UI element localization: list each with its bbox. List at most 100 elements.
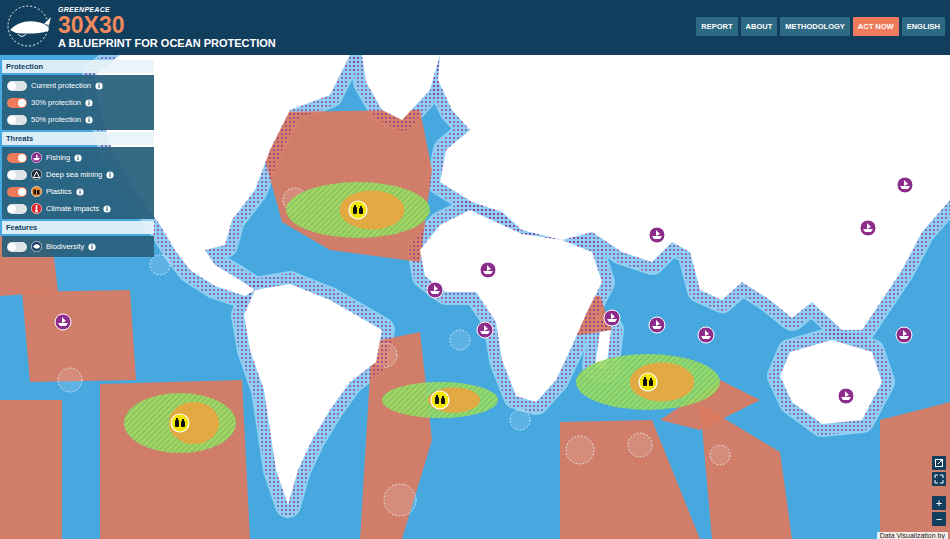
map-controls: +− bbox=[932, 456, 946, 526]
shelf bbox=[244, 284, 382, 505]
layer-toggle[interactable] bbox=[7, 204, 27, 214]
nav-button[interactable]: METHODOLOGY bbox=[780, 17, 850, 36]
section-title: Features bbox=[2, 221, 154, 234]
nav-button[interactable]: ENGLISH bbox=[902, 17, 945, 36]
layer-toggle[interactable] bbox=[7, 115, 27, 125]
garbage-patch[interactable] bbox=[124, 393, 236, 453]
plastics-icon[interactable] bbox=[639, 373, 657, 391]
layer-label: Deep sea mining bbox=[46, 170, 102, 179]
whale-icon bbox=[4, 3, 54, 49]
mining-icon bbox=[31, 169, 42, 180]
fishing-boat-icon[interactable] bbox=[604, 310, 620, 326]
shelf bbox=[780, 340, 882, 424]
info-icon[interactable] bbox=[74, 154, 82, 162]
fishing-boat-icon[interactable] bbox=[649, 317, 665, 333]
seamount-area bbox=[58, 368, 82, 392]
layer-row[interactable]: Biodiversity bbox=[2, 238, 154, 255]
garbage-patch[interactable] bbox=[382, 382, 498, 418]
fishing-boat-icon[interactable] bbox=[897, 177, 913, 193]
layer-group: Current protection 30% protection50% prot… bbox=[2, 75, 154, 130]
layer-toggle[interactable] bbox=[7, 98, 27, 108]
layer-label: Current protection bbox=[31, 81, 91, 90]
section-title: Protection bbox=[2, 60, 154, 73]
garbage-patch-core bbox=[340, 190, 405, 229]
share-icon[interactable] bbox=[932, 456, 946, 470]
layer-row[interactable]: Climate impacts bbox=[2, 200, 154, 217]
protected-area[interactable] bbox=[880, 402, 950, 539]
layer-toggle[interactable] bbox=[7, 187, 27, 197]
toggle-knob bbox=[8, 171, 16, 179]
seamount-area bbox=[566, 436, 594, 464]
fishing-boat-icon[interactable] bbox=[838, 388, 854, 404]
layer-row[interactable]: 30% protection bbox=[2, 94, 154, 111]
garbage-patch-core bbox=[169, 402, 219, 444]
fishing-layer bbox=[95, 55, 950, 505]
seamount-area bbox=[628, 433, 652, 457]
fishing-boat-icon[interactable] bbox=[698, 327, 714, 343]
logo[interactable]: GREENPEACE30X30A BLUEPRINT FOR OCEAN PRO… bbox=[4, 3, 276, 53]
layer-group: Fishing Deep sea mining Plastics Climate im… bbox=[2, 147, 154, 219]
info-icon[interactable] bbox=[85, 116, 93, 124]
info-icon[interactable] bbox=[85, 99, 93, 107]
layer-row[interactable]: Plastics bbox=[2, 183, 154, 200]
protected-area[interactable] bbox=[22, 290, 136, 382]
garbage-patch[interactable] bbox=[576, 354, 720, 410]
zoom-in-button[interactable]: + bbox=[932, 496, 946, 510]
fullscreen-icon[interactable] bbox=[932, 472, 946, 486]
toggle-knob bbox=[8, 116, 16, 124]
layer-row[interactable]: Current protection bbox=[2, 77, 154, 94]
fishing-zone bbox=[420, 210, 602, 402]
fishing-boat-icon[interactable] bbox=[480, 262, 496, 278]
protected-area[interactable] bbox=[700, 404, 792, 539]
fishing-boat-icon[interactable] bbox=[860, 220, 876, 236]
layer-label: Climate impacts bbox=[46, 204, 99, 213]
layer-panel: Protection Current protection 30% protecti… bbox=[2, 60, 154, 257]
site-subtitle: A BLUEPRINT FOR OCEAN PROTECTION bbox=[58, 38, 276, 49]
info-icon[interactable] bbox=[103, 205, 111, 213]
zoom-out-button[interactable]: − bbox=[932, 512, 946, 526]
info-icon[interactable] bbox=[106, 171, 114, 179]
fishing-boat-icon[interactable] bbox=[55, 314, 71, 330]
protected-area[interactable] bbox=[0, 400, 62, 539]
south-america bbox=[244, 284, 382, 505]
shelf bbox=[420, 210, 602, 402]
plastics-icon[interactable] bbox=[431, 391, 449, 409]
plastics-layer bbox=[124, 182, 720, 453]
toggle-knob bbox=[8, 205, 16, 213]
attribution[interactable]: Data Visualization by bbox=[877, 532, 948, 539]
garbage-patch[interactable] bbox=[286, 182, 430, 238]
layer-toggle[interactable] bbox=[7, 153, 27, 163]
top-bar: GREENPEACE30X30A BLUEPRINT FOR OCEAN PRO… bbox=[0, 0, 950, 55]
layer-row[interactable]: Deep sea mining bbox=[2, 166, 154, 183]
seamount-area bbox=[150, 255, 170, 275]
fishing-zone bbox=[780, 340, 882, 424]
protected-area[interactable] bbox=[100, 380, 250, 539]
toggle-knob bbox=[18, 154, 26, 162]
nav-button[interactable]: REPORT bbox=[696, 17, 737, 36]
fishing-boat-icon[interactable] bbox=[427, 282, 443, 298]
protected-area[interactable] bbox=[560, 420, 700, 539]
info-icon[interactable] bbox=[95, 82, 103, 90]
layer-row[interactable]: 50% protection bbox=[2, 111, 154, 128]
layer-row[interactable]: Fishing bbox=[2, 149, 154, 166]
fishing-boat-icon[interactable] bbox=[649, 227, 665, 243]
toggle-knob bbox=[18, 99, 26, 107]
map[interactable]: Protection Current protection 30% protecti… bbox=[0, 55, 950, 539]
toggle-knob bbox=[8, 243, 16, 251]
brand-text: GREENPEACE30X30A BLUEPRINT FOR OCEAN PRO… bbox=[58, 6, 276, 49]
layer-toggle[interactable] bbox=[7, 170, 27, 180]
layer-toggle[interactable] bbox=[7, 81, 27, 91]
greenland bbox=[362, 55, 440, 120]
section-title: Threats bbox=[2, 132, 154, 145]
layer-toggle[interactable] bbox=[7, 242, 27, 252]
info-icon[interactable] bbox=[76, 188, 84, 196]
nav-button[interactable]: ACT NOW bbox=[853, 17, 899, 36]
plastics-icon[interactable] bbox=[349, 201, 367, 219]
garbage-patch-core bbox=[428, 387, 480, 412]
plastics-icon[interactable] bbox=[171, 414, 189, 432]
fishing-boat-icon[interactable] bbox=[477, 322, 493, 338]
info-icon[interactable] bbox=[88, 243, 96, 251]
nav-button[interactable]: ABOUT bbox=[741, 17, 778, 36]
fishing-boat-icon[interactable] bbox=[896, 327, 912, 343]
fishing-icon bbox=[31, 152, 42, 163]
